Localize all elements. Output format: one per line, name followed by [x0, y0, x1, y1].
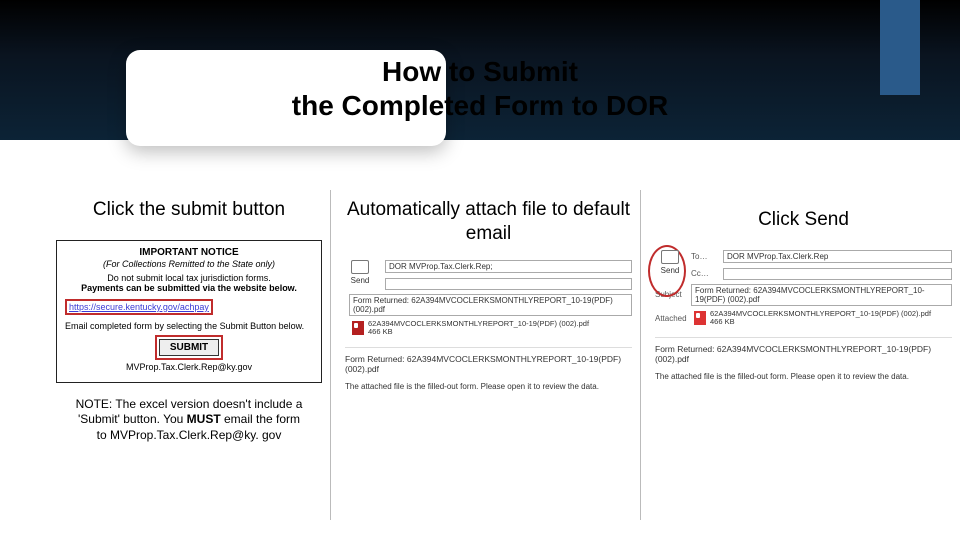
attachment-size: 466 KB [710, 317, 735, 326]
title-line-1: How to Submit [382, 56, 578, 87]
send-button-highlighted[interactable]: Send [655, 250, 685, 290]
to-field[interactable]: DOR MVProp.Tax.Clerk.Rep; [385, 260, 632, 273]
excel-note: NOTE: The excel version doesn't include … [56, 397, 322, 444]
send-button[interactable]: Send [345, 260, 375, 300]
submit-button[interactable]: SUBMIT [159, 339, 219, 356]
email-body-note: The attached file is the filled-out form… [345, 382, 632, 391]
subject-field[interactable]: Form Returned: 62A394MVCOCLERKSMONTHLYRE… [349, 294, 632, 316]
email-compose-panel: Send To… DOR MVProp.Tax.Clerk.Rep; Cc… S… [345, 260, 632, 392]
attachment-name: 62A394MVCOCLERKSMONTHLYREPORT_10-19(PDF)… [710, 309, 931, 318]
send-icon [661, 250, 679, 264]
pdf-icon [352, 321, 364, 335]
column-1: Click the submit button IMPORTANT NOTICE… [0, 190, 330, 520]
attached-label: Attached [311, 323, 349, 332]
notice-line-1: Do not submit local tax jurisdiction for… [65, 273, 313, 283]
attachment-chip[interactable]: 62A394MVCOCLERKSMONTHLYREPORT_10-19(PDF)… [691, 309, 952, 328]
pdf-icon [694, 311, 706, 325]
column-1-header: Click the submit button [56, 198, 322, 222]
email-body-line[interactable]: Form Returned: 62A394MVCOCLERKSMONTHLYRE… [655, 337, 952, 364]
column-2-header: Automatically attach file to default ema… [345, 198, 632, 246]
title-line-2: the Completed Form to DOR [292, 90, 668, 121]
subject-field[interactable]: Form Returned: 62A394MVCOCLERKSMONTHLYRE… [691, 284, 952, 306]
subject-label: Subject [655, 290, 691, 299]
notice-email-instruction: Email completed form by selecting the Su… [65, 321, 313, 331]
to-field[interactable]: DOR MVProp.Tax.Clerk.Rep [723, 250, 952, 263]
attachment-chip[interactable]: 62A394MVCOCLERKSMONTHLYREPORT_10-19(PDF)… [349, 319, 632, 338]
notice-line-2: Payments can be submitted via the websit… [65, 283, 313, 293]
send-icon [351, 260, 369, 274]
ach-pay-link[interactable]: https://secure.kentucky.gov/achpay [65, 299, 213, 315]
send-label: Send [655, 266, 685, 275]
to-label[interactable]: To… [691, 252, 723, 261]
slide-title: How to Submit the Completed Form to DOR [0, 55, 960, 122]
email-compose-panel-2: Send To… DOR MVProp.Tax.Clerk.Rep Cc… Su… [655, 250, 952, 382]
attachment-text: 62A394MVCOCLERKSMONTHLYREPORT_10-19(PDF)… [368, 320, 589, 337]
important-notice-panel: IMPORTANT NOTICE (For Collections Remitt… [56, 240, 322, 383]
attachment-size: 466 KB [368, 327, 393, 336]
reply-email: MVProp.Tax.Clerk.Rep@ky.gov [65, 362, 313, 372]
note-must: MUST [187, 412, 221, 426]
email-body-note: The attached file is the filled-out form… [655, 372, 952, 381]
cc-label[interactable]: Cc… [691, 269, 723, 278]
subject-label: Subject [311, 300, 349, 309]
columns: Click the submit button IMPORTANT NOTICE… [0, 190, 960, 520]
attachment-text: 62A394MVCOCLERKSMONTHLYREPORT_10-19(PDF)… [710, 310, 931, 327]
column-2: Automatically attach file to default ema… [330, 190, 640, 520]
column-3-header: Click Send [655, 208, 952, 232]
attached-label: Attached [655, 314, 691, 323]
cc-field[interactable] [385, 278, 632, 290]
notice-subtitle: (For Collections Remitted to the State o… [65, 259, 313, 269]
notice-heading: IMPORTANT NOTICE [65, 247, 313, 258]
send-label: Send [345, 276, 375, 285]
email-body-line[interactable]: Form Returned: 62A394MVCOCLERKSMONTHLYRE… [345, 347, 632, 374]
attachment-name: 62A394MVCOCLERKSMONTHLYREPORT_10-19(PDF)… [368, 319, 589, 328]
cc-field[interactable] [723, 268, 952, 280]
column-3: Click Send Send To… DOR MVProp.Tax.Clerk… [640, 190, 960, 520]
